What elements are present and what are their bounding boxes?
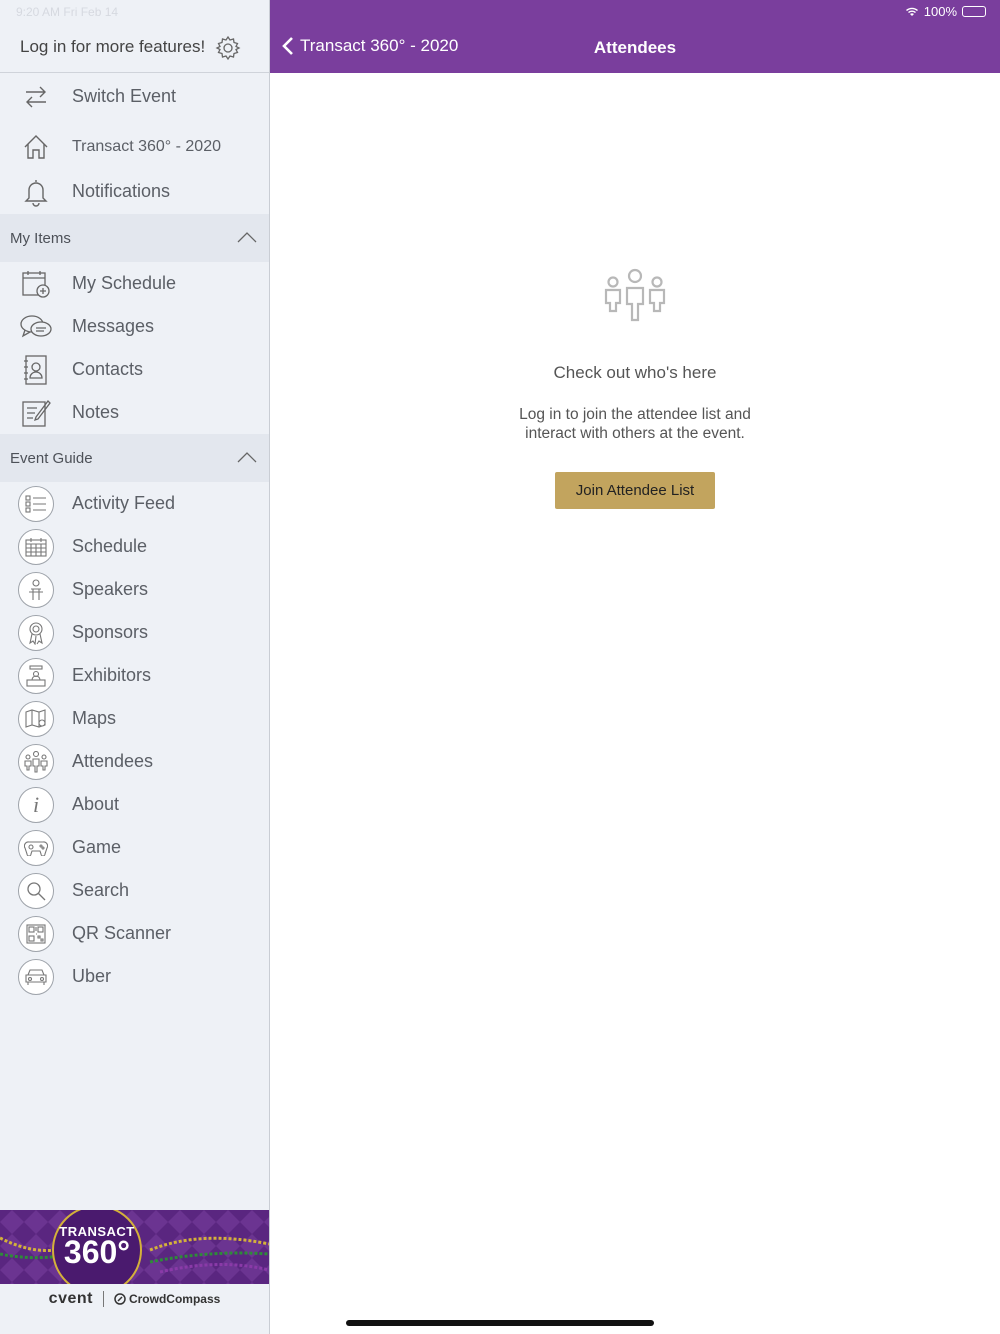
empty-body-line1: Log in to join the attendee list and [519, 406, 751, 423]
menu-label: Activity Feed [72, 493, 176, 513]
logo-divider [102, 1291, 104, 1307]
menu-item-about[interactable]: i About [0, 783, 269, 826]
menu-label: Transact 360° - 2020 [72, 137, 221, 155]
empty-body: Log in to join the attendee list and int… [270, 405, 1000, 443]
event-banner[interactable]: TRANSACT 360° [0, 1210, 269, 1284]
info-icon: i [18, 786, 54, 823]
menu-item-messages[interactable]: Messages [0, 305, 269, 348]
menu-label: Switch Event [72, 86, 177, 106]
menu-item-notes[interactable]: Notes [0, 391, 269, 434]
menu-item-maps[interactable]: Maps [0, 697, 269, 740]
empty-state: Check out who's here Log in to join the … [270, 260, 1000, 509]
battery-icon [962, 6, 986, 17]
menu-label: Notes [72, 402, 120, 422]
menu-label: Game [72, 837, 122, 857]
crowdcompass-logo: CrowdCompass [114, 1292, 220, 1306]
map-icon [18, 700, 54, 737]
chat-icon [18, 309, 54, 345]
section-title: My Items [10, 229, 71, 247]
menu-item-sponsors[interactable]: Sponsors [0, 611, 269, 654]
banner-line2: 360° [63, 1234, 131, 1270]
status-time-date: 9:20 AM Fri Feb 14 [16, 5, 119, 19]
section-event-guide[interactable]: Event Guide [0, 434, 269, 482]
join-attendee-list-button[interactable]: Join Attendee List [555, 472, 715, 509]
booth-icon [18, 657, 54, 694]
chevron-up-icon[interactable] [237, 232, 257, 243]
status-bar-right: 100% [905, 4, 986, 19]
home-indicator[interactable] [346, 1320, 654, 1326]
calendar-icon [18, 528, 54, 565]
nav-bar: 100% Transact 360° - 2020 Attendees [270, 0, 1000, 73]
battery-percent: 100% [923, 4, 957, 19]
menu-label: Speakers [72, 579, 149, 599]
search-icon [18, 872, 54, 909]
menu-item-activity-feed[interactable]: Activity Feed [0, 482, 269, 525]
menu-label: Exhibitors [72, 665, 152, 685]
switch-icon [18, 79, 54, 115]
home-icon [18, 129, 54, 165]
menu-item-exhibitors[interactable]: Exhibitors [0, 654, 269, 697]
menu-item-uber[interactable]: Uber [0, 955, 269, 998]
menu-label: Uber [72, 966, 112, 986]
menu-label: Contacts [72, 359, 144, 379]
footer-logos: cvent CrowdCompass [0, 1284, 269, 1314]
sidebar: 9:20 AM Fri Feb 14 Log in for more featu… [0, 0, 270, 1334]
menu-label: QR Scanner [72, 923, 172, 943]
menu-label: My Schedule [72, 273, 177, 293]
menu-item-search[interactable]: Search [0, 869, 269, 912]
menu-label: Sponsors [72, 622, 149, 642]
menu-item-my-schedule[interactable]: My Schedule [0, 262, 269, 305]
calendar-plus-icon [18, 266, 54, 302]
empty-heading: Check out who's here [553, 363, 717, 382]
crowdcompass-icon [114, 1293, 126, 1305]
contacts-icon [18, 352, 54, 388]
menu-item-speakers[interactable]: Speakers [0, 568, 269, 611]
menu-item-event-home[interactable]: Transact 360° - 2020 [0, 125, 269, 168]
section-title: Event Guide [10, 449, 93, 467]
menu-item-schedule[interactable]: Schedule [0, 525, 269, 568]
page-title: Attendees [593, 38, 677, 57]
attendees-empty-icon [604, 268, 666, 322]
login-prompt[interactable]: Log in for more features! [0, 22, 269, 73]
menu-item-contacts[interactable]: Contacts [0, 348, 269, 391]
menu-label: Maps [72, 708, 117, 728]
wifi-icon [905, 7, 918, 16]
people-icon [18, 743, 54, 780]
chevron-up-icon[interactable] [237, 452, 257, 463]
qr-icon [18, 915, 54, 952]
menu-label: Schedule [72, 536, 148, 556]
menu-item-game[interactable]: Game [0, 826, 269, 869]
menu-item-attendees[interactable]: Attendees [0, 740, 269, 783]
banner-logo: TRANSACT 360° [53, 1224, 141, 1270]
menu-label: Messages [72, 316, 155, 336]
speaker-icon [18, 571, 54, 608]
menu-item-notifications[interactable]: Notifications [0, 170, 269, 213]
login-text[interactable]: Log in for more features! [20, 37, 205, 57]
empty-body-line2: interact with others at the event. [525, 425, 745, 442]
crowdcompass-text: CrowdCompass [128, 1292, 221, 1306]
menu-label: Search [72, 880, 130, 900]
menu-item-switch-event[interactable]: Switch Event [0, 75, 269, 118]
section-my-items[interactable]: My Items [0, 214, 269, 262]
list-icon [18, 485, 54, 522]
app-root: 9:20 AM Fri Feb 14 Log in for more featu… [0, 0, 1000, 1334]
bell-icon [18, 174, 54, 210]
ribbon-icon [18, 614, 54, 651]
menu-label: Notifications [72, 181, 171, 201]
car-icon [18, 958, 54, 995]
menu-item-qr-scanner[interactable]: QR Scanner [0, 912, 269, 955]
gear-icon[interactable] [215, 35, 241, 61]
menu-label: About [72, 794, 120, 814]
notes-icon [18, 395, 54, 431]
menu-label: Attendees [72, 751, 154, 771]
gamepad-icon [18, 829, 54, 866]
cvent-logo: cvent [48, 1290, 93, 1307]
